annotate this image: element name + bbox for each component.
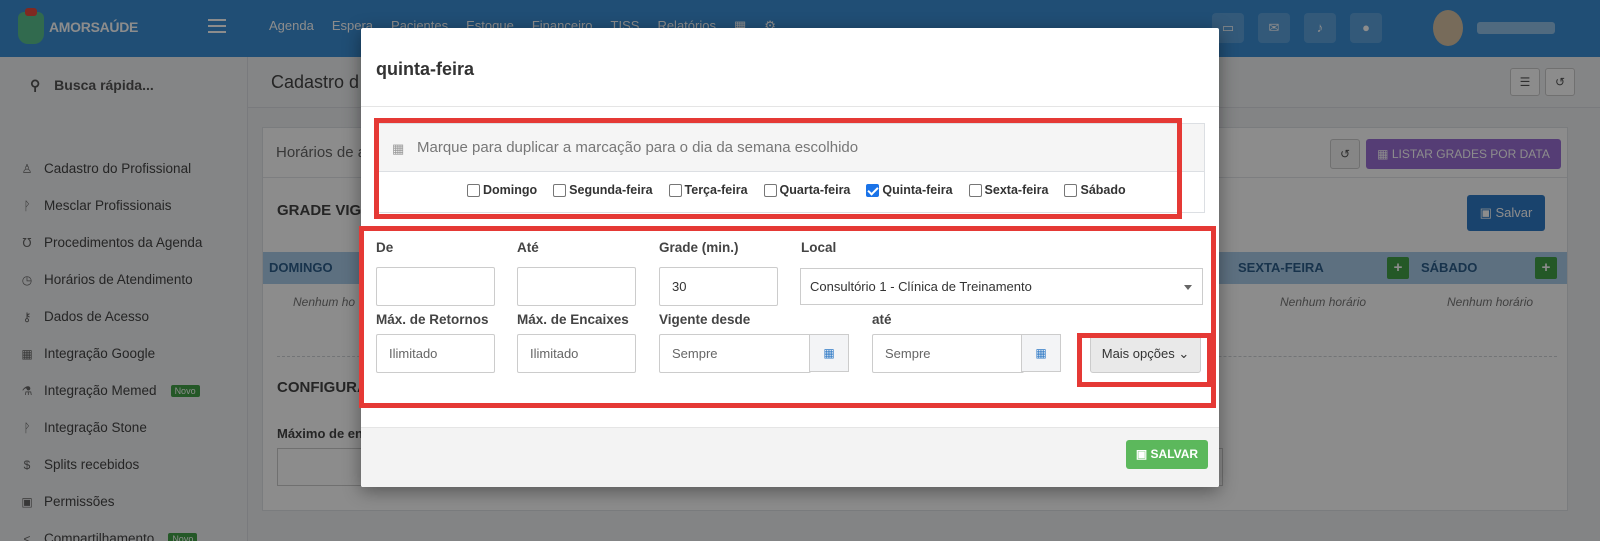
modal-footer: ▣ SALVAR (361, 427, 1219, 487)
modal-title: quinta-feira (376, 59, 475, 79)
annotation-mais-opcoes-box (1077, 333, 1212, 387)
divider (361, 106, 1219, 107)
modal-save-label: SALVAR (1150, 447, 1199, 461)
save-icon: ▣ (1135, 447, 1151, 461)
annotation-duplicate-box (374, 118, 1182, 219)
modal-save-button[interactable]: ▣ SALVAR (1126, 440, 1208, 469)
